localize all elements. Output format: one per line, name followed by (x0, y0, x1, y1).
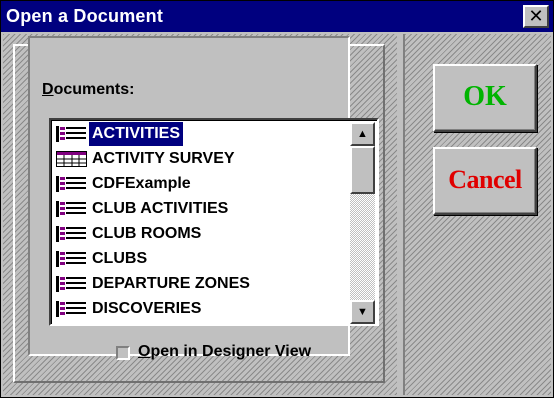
list-item-label: DISCOVERIES (92, 300, 202, 317)
down-arrow-icon: ▼ (357, 306, 368, 318)
form-icon (56, 226, 87, 242)
list-item[interactable]: ACTIVITIES (53, 122, 351, 146)
window-title: Open a Document (6, 6, 164, 26)
list-item-label: CLUB ROOMS (92, 225, 202, 242)
documents-panel: Documents: ACTIVITIES ACTIVITY SURVEY CD… (28, 36, 379, 360)
documents-listbox[interactable]: ACTIVITIES ACTIVITY SURVEY CDFExample CL… (49, 118, 379, 326)
list-item-label: DEPARTURE ZONES (92, 275, 250, 292)
grid-form-icon (56, 151, 87, 167)
close-button[interactable]: ✕ (523, 5, 549, 28)
cancel-button[interactable]: Cancel (433, 147, 537, 215)
up-arrow-icon: ▲ (357, 128, 368, 140)
form-icon (56, 201, 87, 217)
list-item[interactable]: DISCOVERIES (53, 297, 351, 321)
scroll-down-button[interactable]: ▼ (350, 300, 375, 324)
documents-label: Documents: (42, 81, 135, 98)
list-item[interactable]: CLUB ACTIVITIES (53, 197, 351, 221)
scroll-up-button[interactable]: ▲ (350, 122, 375, 146)
list-item-label: CLUB ACTIVITIES (92, 200, 229, 217)
documents-list: ACTIVITIES ACTIVITY SURVEY CDFExample CL… (53, 122, 351, 324)
open-document-dialog: Open a Document ✕ Documents: ACTIVITIES … (0, 0, 554, 398)
form-icon (56, 176, 87, 192)
list-item[interactable]: CLUBS (53, 247, 351, 271)
form-icon (56, 126, 87, 142)
designer-view-label[interactable]: Open in Designer View (138, 343, 311, 361)
list-item-label: CLUBS (92, 250, 148, 267)
ok-button[interactable]: OK (433, 64, 537, 132)
form-icon (56, 276, 87, 292)
list-item[interactable]: ACTIVITY SURVEY (53, 147, 351, 171)
form-icon (56, 251, 87, 267)
list-item[interactable]: CLUB ROOMS (53, 222, 351, 246)
title-bar[interactable]: Open a Document ✕ (1, 1, 553, 32)
close-icon: ✕ (528, 6, 544, 26)
list-item-label: CDFExample (92, 175, 191, 192)
list-item[interactable]: DEPARTURE ZONES (53, 272, 351, 296)
scrollbar-thumb[interactable] (350, 146, 375, 194)
vertical-scrollbar[interactable]: ▲ ▼ (350, 122, 375, 324)
list-item[interactable]: CDFExample (53, 172, 351, 196)
form-icon (56, 301, 87, 317)
list-item-label: ACTIVITY SURVEY (92, 150, 235, 167)
designer-view-checkbox[interactable] (116, 346, 130, 360)
list-item-label: ACTIVITIES (89, 122, 184, 146)
